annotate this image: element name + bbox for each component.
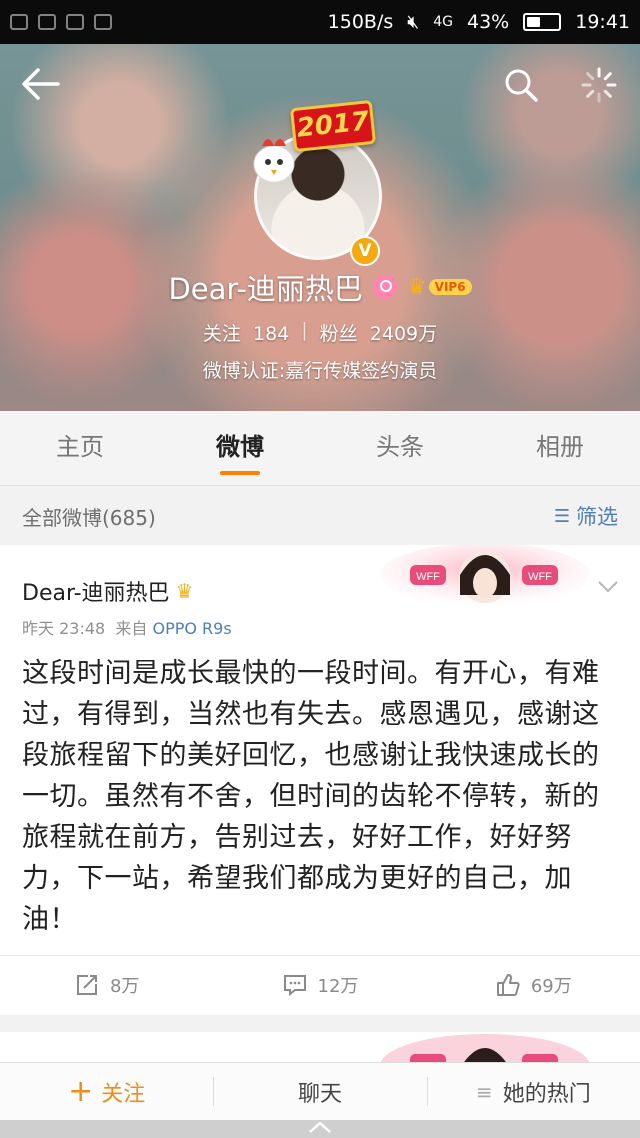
menu-icon: ≡ [475,1079,493,1104]
chat-label: 聊天 [297,1081,342,1107]
year-2017-badge: 2017 [289,99,377,153]
repost-count: 8万 [109,975,140,997]
tab-albums[interactable]: 相册 [480,411,640,485]
refresh-spinner-icon[interactable] [580,66,618,104]
plus-icon: + [68,1073,94,1109]
post-text: 这段时间是成长最快的一段时间。有开心，有难过，有得到，当然也有失去。感恩遇见，感… [22,658,600,935]
profile-header: V 2017 Dear-迪丽热巴 ♛ VIP6 关注 184 | 粉丝 2409… [0,44,640,411]
battery-percent: 43% [467,11,510,33]
clock: 19:41 [575,11,630,33]
female-gender-icon [372,275,397,299]
filter-bar: 全部微博(685) ☰ 筛选 [0,487,640,545]
profile-tabs: 主页 微博 头条 相册 [0,411,640,486]
thumbs-up-icon [496,973,520,996]
network-speed: 150B/s [327,11,394,33]
profile-name: Dear-迪丽热巴 [168,272,363,306]
notification-app-icon [38,14,56,30]
crown-icon: ♛ [406,274,427,300]
post-device[interactable]: OPPO R9s [152,619,231,638]
comment-button[interactable]: 12万 [213,956,426,1013]
profile-stats: 关注 184 | 粉丝 2409万 [0,319,640,346]
notification-icons [10,14,112,30]
chat-button[interactable]: 聊天 [213,1063,426,1120]
followers-stat[interactable]: 粉丝 2409万 [320,319,437,346]
deco-label-right: WFF [528,571,552,583]
deco-label-left: WFF [416,571,440,583]
repost-button[interactable]: 8万 [0,956,213,1013]
chevron-up-icon[interactable] [306,1118,334,1136]
notification-app-icon [10,14,28,30]
repost-icon [76,974,97,995]
following-label: 关注 [202,323,241,345]
post-card[interactable]: WFF WFF Dear-迪丽热巴 ♛ 昨天 23:48 来自 OPPO R9s… [0,545,640,1015]
follow-button[interactable]: + 关注 [0,1063,213,1120]
vip-badge[interactable]: ♛ VIP6 [407,275,472,300]
tab-headlines[interactable]: 头条 [320,411,480,485]
crown-icon: ♛ [175,579,194,603]
card-decoration-banner: WFF WFF [380,545,590,607]
status-bar: 150B/s 🔇︎ 4G 43% 19:41 [0,0,640,44]
search-icon[interactable] [502,66,540,104]
followers-count: 2409万 [369,323,438,345]
verified-badge-icon: V [350,236,380,266]
like-button[interactable]: 69万 [427,956,640,1013]
all-posts-count: 全部微博(685) [22,505,156,530]
post-meta: 昨天 23:48 来自 OPPO R9s [22,615,232,639]
post-author[interactable]: Dear-迪丽热巴 [22,575,170,607]
followers-label: 粉丝 [319,323,358,345]
filter-label: 筛选 [576,505,618,529]
tab-weibo[interactable]: 微博 [160,411,320,485]
post-source-prefix: 来自 [115,619,148,638]
filter-button[interactable]: ☰ 筛选 [554,501,618,531]
like-count: 69万 [530,975,572,997]
mute-icon: 🔇︎ [407,11,420,33]
her-hot-button[interactable]: ≡ 她的热门 [426,1063,640,1120]
comment-count: 12万 [317,975,359,997]
chevron-down-icon[interactable] [596,577,620,595]
vip-level: VIP6 [428,279,472,295]
her-hot-label: 她的热门 [502,1081,591,1107]
comment-icon [283,974,306,996]
post-time: 昨天 23:48 [22,619,106,638]
post-actions: 8万 12万 69万 [0,955,640,1013]
tab-home[interactable]: 主页 [0,411,160,485]
following-count: 184 [252,323,290,345]
follow-label: 关注 [101,1081,146,1107]
stats-divider: | [301,319,308,341]
notification-app-icon [94,14,112,30]
bottom-action-bar: + 关注 聊天 ≡ 她的热门 [0,1062,640,1120]
battery-icon [523,13,562,31]
notification-app-icon [66,14,84,30]
back-arrow-icon[interactable] [20,66,62,102]
verification-text: 微博认证:嘉行传媒签约演员 [202,360,438,382]
following-stat[interactable]: 关注 184 [203,319,289,346]
filter-icon: ☰ [553,505,570,527]
battery-fill [527,17,541,27]
signal-icon: 4G [433,14,453,30]
